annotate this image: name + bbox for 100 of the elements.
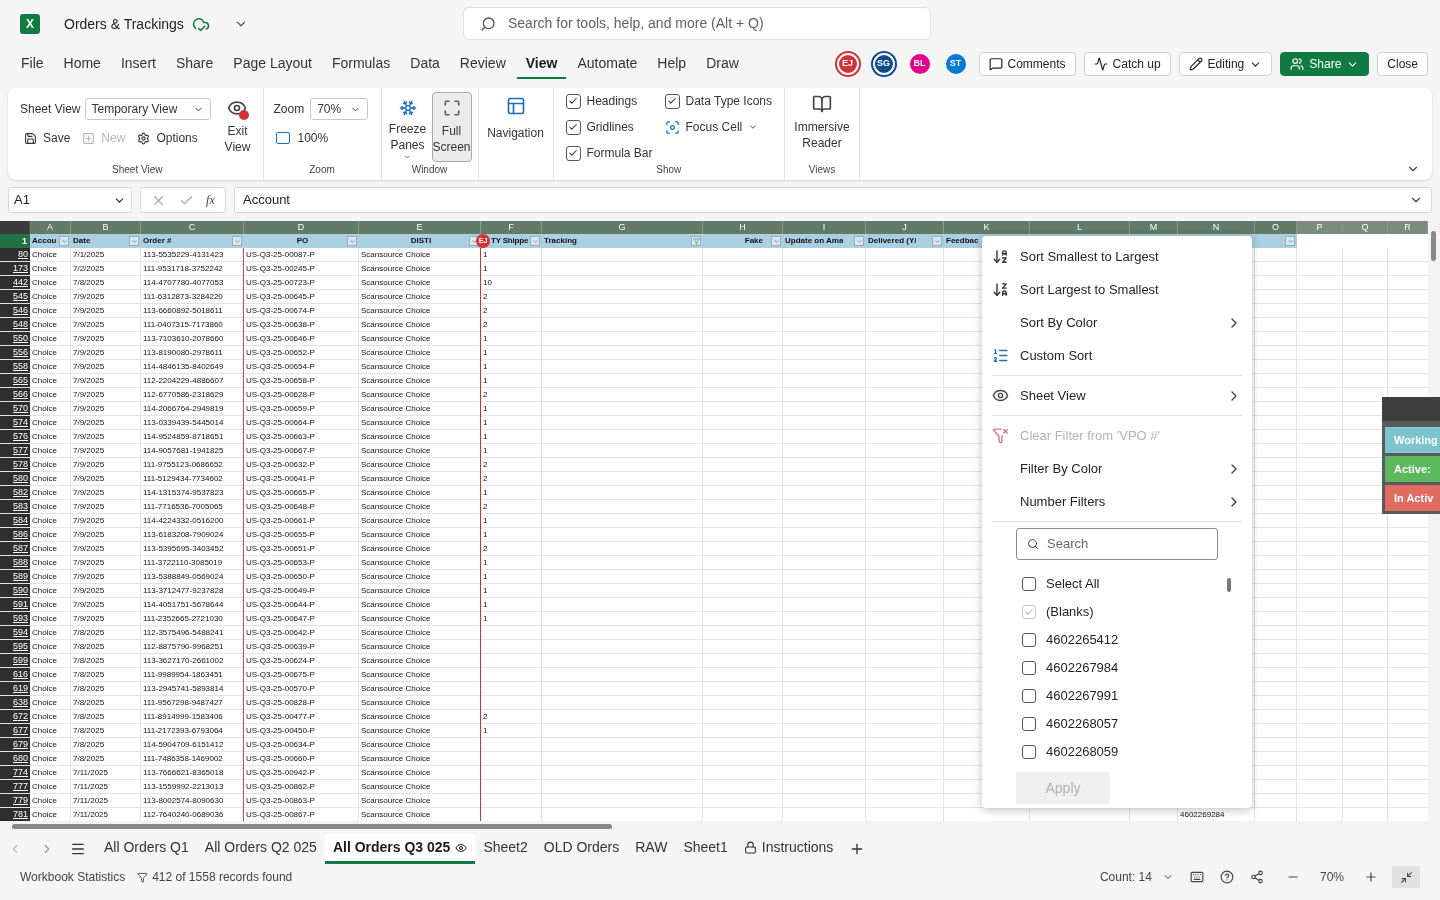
column-header[interactable]: L — [1030, 221, 1130, 234]
row-number[interactable]: 576 — [0, 430, 30, 443]
row-number[interactable]: 594 — [0, 626, 30, 639]
checkbox[interactable] — [664, 93, 680, 109]
row-number[interactable]: 672 — [0, 710, 30, 723]
search-field[interactable]: Search for tools, help, and more (Alt + Q) — [463, 7, 931, 40]
save-button[interactable]: Save — [24, 129, 71, 147]
column-header[interactable]: O — [1255, 221, 1297, 234]
close-button[interactable]: Close — [1377, 52, 1428, 76]
ribbon-tab[interactable]: Insert — [111, 49, 165, 79]
filter-value[interactable]: 4602265412 — [1046, 630, 1119, 650]
zoom-in-icon[interactable] — [1364, 870, 1378, 884]
exit-view-button[interactable]: Exit View — [220, 98, 255, 162]
ribbon-tab[interactable]: Home — [54, 49, 110, 79]
row-number[interactable]: 587 — [0, 542, 30, 555]
freeze-panes-button[interactable]: Freeze Panes — [387, 92, 428, 162]
row-number[interactable]: 173 — [0, 262, 30, 275]
checkbox[interactable] — [565, 119, 581, 135]
sheet-tab[interactable]: All Orders Q2 025 — [196, 834, 325, 864]
sheet-view-dropdown[interactable]: Temporary View — [84, 98, 211, 120]
editing-button[interactable]: Editing — [1178, 52, 1273, 76]
filter-value[interactable]: 4602267991 — [1046, 686, 1119, 706]
checkbox[interactable] — [565, 93, 581, 109]
row-number[interactable]: 586 — [0, 528, 30, 541]
navigation-button[interactable]: Navigation — [484, 94, 547, 142]
sheet-tab[interactable]: Instructions — [735, 834, 842, 864]
all-sheets-icon[interactable] — [70, 841, 86, 857]
column-header[interactable]: F — [481, 221, 542, 234]
column-header[interactable]: K — [944, 221, 1030, 234]
row-number[interactable]: 616 — [0, 668, 30, 681]
avatar[interactable]: SG — [870, 51, 897, 77]
menu-item[interactable]: Sheet View — [992, 379, 1242, 412]
avatar[interactable]: ST — [945, 54, 966, 74]
checkbox[interactable] — [1022, 661, 1036, 675]
menu-item[interactable]: Custom Sort — [992, 339, 1242, 372]
checkbox[interactable] — [565, 145, 581, 161]
row-number[interactable]: 80 — [0, 248, 30, 261]
menu-item[interactable]: Number Filters — [992, 485, 1242, 518]
avatar[interactable]: EJ — [834, 51, 861, 77]
sheet-tab[interactable]: Sheet1 — [675, 834, 736, 864]
options-button[interactable]: Options — [137, 129, 198, 147]
row-number[interactable]: 619 — [0, 682, 30, 695]
filter-value[interactable]: Select All — [1046, 574, 1100, 594]
ribbon-tab[interactable]: Data — [401, 49, 449, 79]
ribbon-tab[interactable]: Page Layout — [224, 49, 321, 79]
checkbox[interactable] — [1022, 689, 1036, 703]
row-number[interactable]: 679 — [0, 738, 30, 751]
insert-function-button[interactable]: fx — [206, 191, 215, 209]
menu-item[interactable]: Sort Largest to Smallest — [992, 273, 1242, 306]
menu-item[interactable]: Sort By Color — [992, 306, 1242, 339]
row-number[interactable]: 779 — [0, 794, 30, 807]
workbook-title[interactable]: Orders & Trackings — [64, 13, 184, 35]
sheet-tab[interactable]: RAW — [627, 834, 676, 864]
menu-item[interactable]: Filter By Color — [992, 452, 1242, 485]
column-header[interactable]: Q — [1343, 221, 1388, 234]
row-number[interactable]: 565 — [0, 374, 30, 387]
row-number[interactable]: 638 — [0, 696, 30, 709]
checkbox[interactable] — [1022, 717, 1036, 731]
search-field[interactable]: Search — [1016, 528, 1218, 560]
row-number[interactable]: 774 — [0, 766, 30, 779]
row-number[interactable]: 583 — [0, 500, 30, 513]
column-header[interactable]: P — [1297, 221, 1343, 234]
row-number[interactable]: 777 — [0, 780, 30, 793]
ribbon-tab[interactable]: File — [12, 49, 53, 79]
row-number[interactable]: 590 — [0, 584, 30, 597]
row-number[interactable]: 599 — [0, 654, 30, 667]
ribbon-tab[interactable]: Share — [166, 49, 223, 79]
row-number[interactable]: 595 — [0, 640, 30, 653]
column-header[interactable]: D — [244, 221, 359, 234]
column-header[interactable]: H — [703, 221, 783, 234]
avatar[interactable]: BL — [909, 54, 930, 74]
column-header[interactable]: G — [542, 221, 703, 234]
row-number[interactable]: 577 — [0, 444, 30, 457]
catch-up-button[interactable]: Catch up — [1083, 52, 1171, 76]
sheet-tab[interactable]: All Orders Q3 025 — [324, 834, 476, 864]
column-header[interactable]: E — [359, 221, 481, 234]
row-number[interactable]: 556 — [0, 346, 30, 359]
filter-value[interactable]: 4602267984 — [1046, 658, 1119, 678]
ribbon-tab[interactable]: Formulas — [322, 49, 400, 79]
ribbon-tab[interactable]: Automate — [568, 49, 647, 79]
ribbon-tab[interactable]: Review — [450, 49, 515, 79]
column-header[interactable]: B — [71, 221, 141, 234]
zoom-dropdown[interactable]: 70% — [310, 98, 369, 120]
row-number[interactable]: 582 — [0, 486, 30, 499]
row-number[interactable]: 558 — [0, 360, 30, 373]
column-header[interactable]: C — [141, 221, 244, 234]
zoom-100-button[interactable]: 100% — [273, 129, 371, 147]
row-number[interactable]: 781 — [0, 808, 30, 821]
full-screen-button[interactable]: Full Screen — [431, 92, 472, 162]
row-number[interactable]: 584 — [0, 514, 30, 527]
sheet-tab[interactable]: OLD Orders — [535, 834, 628, 864]
row-number[interactable]: 593 — [0, 612, 30, 625]
workbook-statistics-link[interactable]: Workbook Statistics — [20, 868, 126, 886]
ribbon-tab[interactable]: Help — [648, 49, 696, 79]
row-number[interactable]: 680 — [0, 752, 30, 765]
filter-value[interactable]: 4602268059 — [1046, 742, 1119, 762]
column-header[interactable]: J — [866, 221, 944, 234]
filter-value[interactable]: 4602268057 — [1046, 714, 1119, 734]
row-number[interactable]: 578 — [0, 458, 30, 471]
column-header[interactable]: I — [783, 221, 866, 234]
